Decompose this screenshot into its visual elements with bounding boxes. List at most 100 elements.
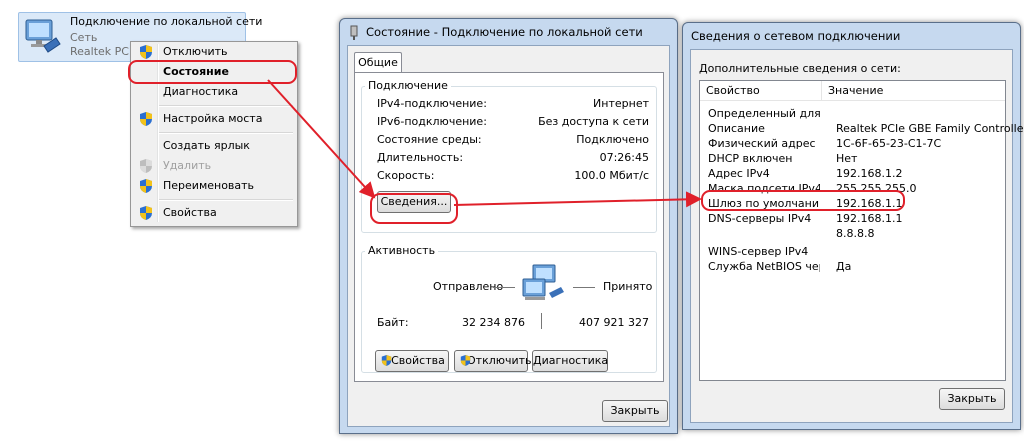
status-close-button[interactable]: Закрыть	[602, 400, 668, 422]
menu-item-label: Свойства	[163, 206, 217, 219]
details-close-button[interactable]: Закрыть	[939, 388, 1005, 410]
list-item-property: Адрес IPv4	[708, 167, 770, 180]
received-line	[573, 287, 595, 288]
status-window-client: Общие Подключение IPv4-подключение: Инте…	[347, 45, 670, 427]
tab-panel: Подключение IPv4-подключение: Интернет I…	[354, 72, 664, 382]
disable-button[interactable]: Отключить	[454, 350, 532, 372]
list-item-value: 8.8.8.8	[836, 227, 875, 240]
column-header-label: Значение	[828, 84, 884, 97]
menu-item-disable[interactable]: Отключить	[133, 43, 293, 61]
properties-button[interactable]: Свойства	[375, 350, 449, 372]
list-item[interactable]: Служба NetBIOS через... Да	[700, 259, 1005, 274]
bytes-label: Байт:	[377, 316, 409, 329]
shield-icon	[140, 112, 152, 126]
details-window-client: Дополнительные сведения о сети: Свойство…	[690, 49, 1024, 423]
column-header-value[interactable]: Значение	[822, 81, 1005, 101]
list-item-value: 1C-6F-65-23-C1-7C	[836, 137, 942, 150]
speed-value: 100.0 Мбит/с	[574, 169, 649, 182]
network-connection-subtitle: Сеть	[70, 31, 98, 44]
shield-icon	[381, 355, 392, 366]
disable-button-label: Отключить	[467, 354, 532, 367]
network-activity-icon	[522, 264, 564, 300]
media-state-value: Подключено	[576, 133, 649, 146]
diagnostics-button[interactable]: Диагностика	[532, 350, 608, 372]
received-label: Принято	[603, 280, 653, 293]
ipv6-value: Без доступа к сети	[538, 115, 649, 128]
annotation-oval-details	[370, 193, 458, 224]
menu-item-create-shortcut[interactable]: Создать ярлык	[133, 137, 293, 155]
annotation-oval-gateway	[701, 190, 905, 211]
details-window-title: Сведения о сетевом подключении	[691, 29, 901, 43]
status-window: Состояние - Подключение по локальной сет…	[339, 18, 678, 434]
duration-value: 07:26:45	[599, 151, 649, 164]
tab-general[interactable]: Общие	[354, 52, 402, 73]
list-item[interactable]: WINS-сервер IPv4	[700, 244, 1005, 259]
details-list[interactable]: Свойство Значение Определенный для по...…	[699, 80, 1024, 381]
list-item-value: Realtek PCIe GBE Family Controller	[836, 122, 1024, 135]
media-state-label: Состояние среды:	[377, 133, 482, 146]
tab-label: Общие	[358, 56, 398, 69]
list-item-value: Нет	[836, 152, 858, 165]
menu-item-properties[interactable]: Свойства	[133, 204, 293, 222]
menu-item-bridge[interactable]: Настройка моста	[133, 110, 293, 128]
activity-group-label: Активность	[365, 244, 439, 257]
shield-icon	[460, 355, 471, 366]
menu-separator	[159, 105, 293, 107]
ipv4-value: Интернет	[593, 97, 649, 110]
shield-icon	[140, 159, 152, 173]
menu-item-rename[interactable]: Переименовать	[133, 177, 293, 195]
bytes-sent-value: 32 234 876	[462, 316, 525, 329]
list-item[interactable]: Описание Realtek PCIe GBE Family Control…	[700, 121, 1024, 136]
menu-item-label: Диагностика	[163, 85, 239, 98]
properties-button-label: Свойства	[391, 354, 445, 367]
ipv4-label: IPv4-подключение:	[377, 97, 487, 110]
menu-item-label: Переименовать	[163, 179, 255, 192]
network-adapter-name: Realtek PCIe	[70, 45, 139, 58]
shield-icon	[140, 179, 152, 193]
list-item[interactable]: Определенный для по...	[700, 106, 1005, 121]
list-item-value: 192.168.1.2	[836, 167, 903, 180]
menu-separator	[159, 199, 293, 201]
menu-item-label: Отключить	[163, 45, 228, 58]
menu-separator	[159, 132, 293, 134]
diagnostics-button-label: Диагностика	[533, 354, 609, 367]
menu-item-diagnostics[interactable]: Диагностика	[133, 83, 293, 101]
network-adapter-icon	[25, 19, 61, 53]
details-window: Сведения о сетевом подключении Дополните…	[682, 22, 1024, 430]
menu-item-label: Удалить	[163, 159, 212, 172]
menu-item-delete: Удалить	[133, 157, 293, 175]
connection-group-label: Подключение	[365, 79, 451, 92]
annotation-oval-status	[128, 60, 297, 84]
list-item-value: Да	[836, 260, 852, 273]
column-header-property[interactable]: Свойство	[700, 81, 822, 101]
details-caption: Дополнительные сведения о сети:	[699, 62, 901, 75]
list-item-property: Описание	[708, 122, 765, 135]
duration-label: Длительность:	[377, 151, 464, 164]
speed-label: Скорость:	[377, 169, 435, 182]
list-item[interactable]: DNS-серверы IPv4 192.168.1.1	[700, 211, 1005, 226]
sent-line	[493, 287, 515, 288]
list-item-property: DNS-серверы IPv4	[708, 212, 812, 225]
list-item-property: Физический адрес	[708, 137, 816, 150]
shield-icon	[140, 206, 152, 220]
list-item-value: 192.168.1.1	[836, 212, 903, 225]
column-header-label: Свойство	[706, 84, 760, 97]
list-item-property: Определенный для по...	[708, 107, 820, 120]
menu-item-label: Создать ярлык	[163, 139, 250, 152]
list-item-property: DHCP включен	[708, 152, 793, 165]
shield-icon	[140, 45, 152, 59]
close-button-label: Закрыть	[610, 404, 660, 417]
close-button-label: Закрыть	[947, 392, 997, 405]
ipv6-label: IPv6-подключение:	[377, 115, 487, 128]
list-item[interactable]: DHCP включен Нет	[700, 151, 1005, 166]
network-adapter-icon	[350, 25, 358, 40]
list-item[interactable]: Физический адрес 1C-6F-65-23-C1-7C	[700, 136, 1005, 151]
bytes-divider	[541, 313, 542, 329]
bytes-received-value: 407 921 327	[579, 316, 649, 329]
list-item-property: Служба NetBIOS через...	[708, 260, 820, 273]
list-item[interactable]: Адрес IPv4 192.168.1.2	[700, 166, 1005, 181]
network-connection-title: Подключение по локальной сети	[70, 15, 263, 28]
list-item[interactable]: 8.8.8.8	[700, 226, 1005, 241]
status-window-title: Состояние - Подключение по локальной сет…	[366, 25, 643, 39]
menu-item-label: Настройка моста	[163, 112, 263, 125]
